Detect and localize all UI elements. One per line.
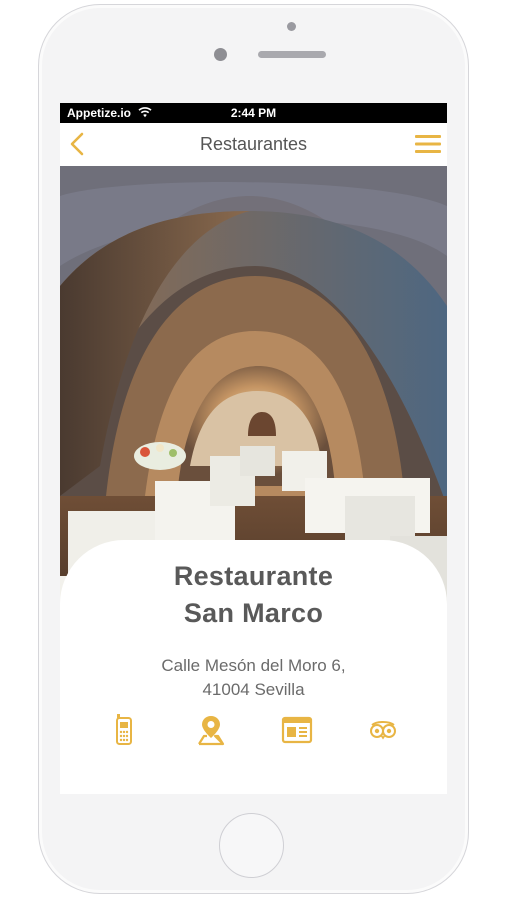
- address-line2: 41004 Sevilla: [202, 680, 305, 699]
- restaurant-name-line1: Restaurante: [173, 561, 334, 591]
- restaurant-name: Restaurante San Marco: [60, 558, 447, 632]
- call-button[interactable]: [107, 713, 141, 747]
- map-button[interactable]: [194, 713, 228, 747]
- page-title: Restaurantes: [199, 134, 308, 154]
- restaurant-address: Calle Mesón del Moro 6, 41004 Sevilla: [60, 654, 447, 702]
- earpiece-speaker: [258, 51, 326, 58]
- phone-icon: [116, 714, 132, 745]
- restaurant-name-line2: San Marco: [183, 598, 324, 628]
- front-camera: [214, 48, 227, 61]
- chevron-left-icon: [70, 132, 84, 156]
- back-button[interactable]: [66, 129, 94, 159]
- app-screen: Appetize.io 2:44 PM Restaurantes Restaur…: [60, 103, 447, 794]
- menu-card-icon: [281, 716, 313, 744]
- front-sensor: [287, 22, 296, 31]
- navigation-bar: Restaurantes: [60, 123, 447, 166]
- menu-card-button[interactable]: [280, 713, 314, 747]
- menu-button[interactable]: [414, 132, 442, 156]
- map-pin-icon: [198, 716, 225, 746]
- status-time: 2:44 PM: [230, 106, 277, 120]
- home-button[interactable]: [219, 813, 284, 878]
- hamburger-menu-icon: [415, 135, 441, 153]
- action-bar: [60, 713, 447, 753]
- restaurant-info-card: Restaurante San Marco Calle Mesón del Mo…: [60, 540, 447, 794]
- tripadvisor-button[interactable]: [366, 713, 400, 747]
- address-line1: Calle Mesón del Moro 6,: [161, 656, 346, 675]
- status-bar: Appetize.io 2:44 PM: [60, 103, 447, 123]
- tripadvisor-icon: [370, 721, 396, 740]
